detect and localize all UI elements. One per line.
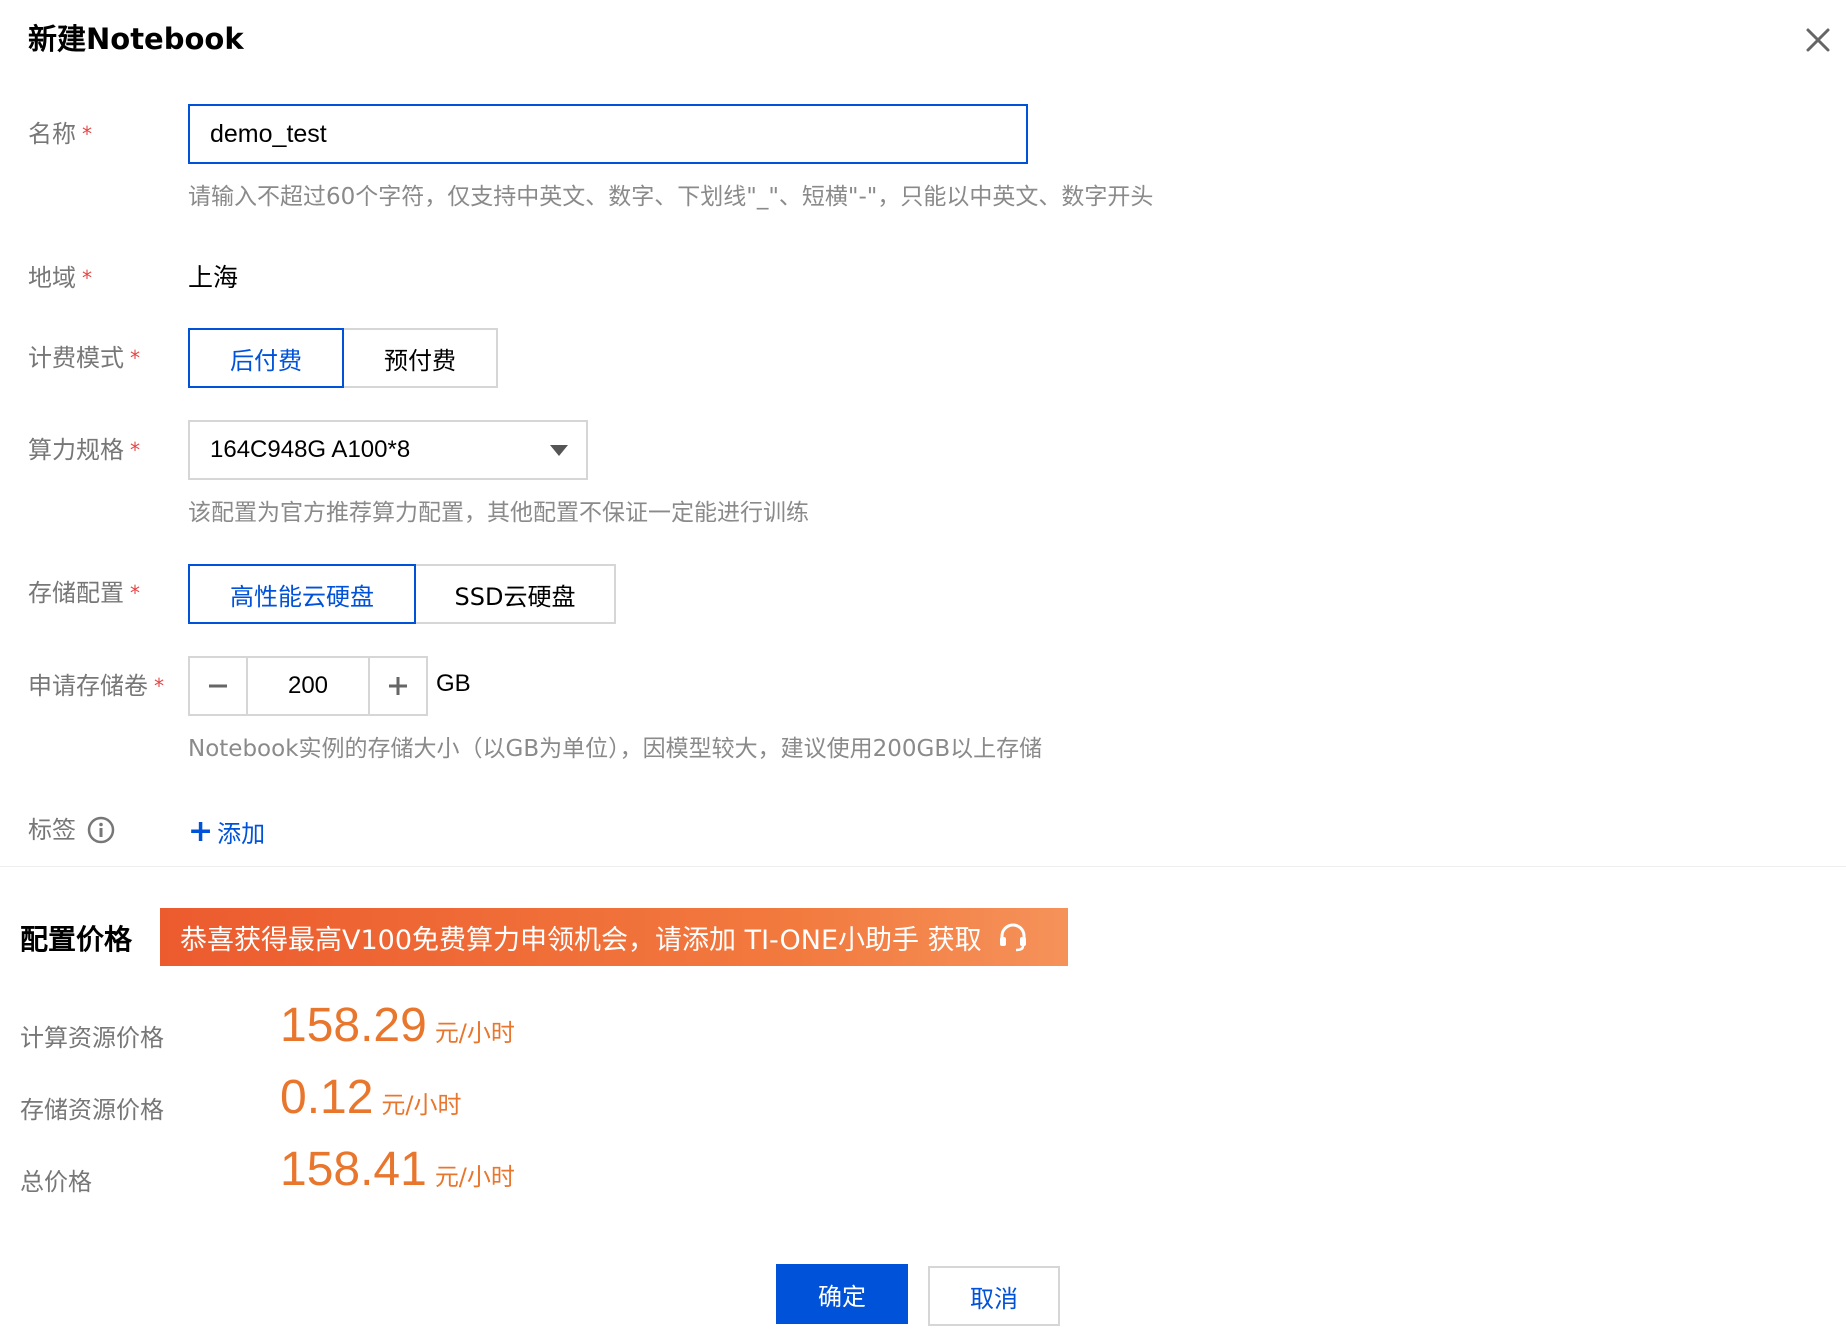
volume-value[interactable]: 200 [248, 656, 368, 716]
storage-label-text: 存储配置 [28, 579, 124, 607]
promo-banner[interactable]: 恭喜获得最高V100免费算力申领机会，请添加 TI-ONE小助手 获取 [160, 908, 1068, 966]
decrement-button[interactable] [188, 656, 248, 716]
name-hint: 请输入不超过60个字符，仅支持中英文、数字、下划线"_"、短横"-"，只能以中英… [188, 184, 1154, 210]
storage-price-value: 0.12 [280, 1071, 374, 1124]
tags-label-text: 标签 [28, 816, 76, 844]
add-tag-button[interactable]: + 添加 [188, 814, 265, 849]
info-icon[interactable] [86, 815, 116, 845]
increment-button[interactable] [368, 656, 428, 716]
required-mark: * [130, 346, 140, 370]
section-divider [0, 866, 1846, 867]
region-value: 上海 [188, 263, 239, 292]
volume-label: 申请存储卷 * [28, 670, 164, 702]
volume-stepper: 200 [188, 656, 428, 716]
storage-label: 存储配置 * [28, 577, 140, 609]
total-price: 158.41 元/小时 [280, 1142, 515, 1197]
pricing-title: 配置价格 [20, 923, 133, 956]
compute-price-label: 计算资源价格 [20, 1024, 164, 1052]
billing-option-postpaid[interactable]: 后付费 [188, 328, 344, 388]
required-mark: * [154, 674, 164, 698]
storage-price-label: 存储资源价格 [20, 1096, 164, 1124]
name-input[interactable] [188, 104, 1028, 164]
total-price-label: 总价格 [20, 1168, 92, 1196]
plus-icon [389, 677, 407, 695]
dialog-title: 新建Notebook [28, 22, 244, 56]
headset-icon [999, 923, 1026, 952]
billing-label: 计费模式 * [28, 342, 140, 374]
spec-label-text: 算力规格 [28, 436, 124, 464]
name-label-text: 名称 [28, 120, 76, 148]
spec-hint: 该配置为官方推荐算力配置，其他配置不保证一定能进行训练 [188, 500, 809, 526]
required-mark: * [82, 122, 92, 146]
close-icon[interactable] [1798, 20, 1838, 60]
volume-unit: GB [436, 670, 471, 697]
tags-label: 标签 [28, 814, 116, 846]
chevron-down-icon [550, 445, 568, 456]
confirm-button[interactable]: 确定 [776, 1264, 908, 1324]
required-mark: * [130, 438, 140, 462]
total-price-unit: 元/小时 [434, 1163, 515, 1191]
storage-price-unit: 元/小时 [381, 1091, 462, 1119]
add-tag-label: 添加 [217, 820, 266, 848]
total-price-value: 158.41 [280, 1143, 427, 1196]
storage-type-selector: 高性能云硬盘 SSD云硬盘 [188, 564, 616, 624]
volume-label-text: 申请存储卷 [28, 672, 148, 700]
promo-text: 恭喜获得最高V100免费算力申领机会，请添加 TI-ONE小助手 获取 [180, 924, 982, 956]
required-mark: * [130, 581, 140, 605]
spec-select-value: 164C948G A100*8 [210, 436, 411, 463]
plus-icon: + [188, 813, 214, 849]
storage-option-ssd[interactable]: SSD云硬盘 [416, 564, 616, 624]
volume-hint: Notebook实例的存储大小（以GB为单位），因模型较大，建议使用200GB以… [188, 736, 1043, 762]
region-label-text: 地域 [28, 264, 76, 292]
compute-price: 158.29 元/小时 [280, 998, 515, 1053]
billing-label-text: 计费模式 [28, 344, 124, 372]
compute-price-unit: 元/小时 [434, 1019, 515, 1047]
billing-option-prepaid[interactable]: 预付费 [344, 328, 498, 388]
name-label: 名称 * [28, 118, 92, 150]
storage-option-premium[interactable]: 高性能云硬盘 [188, 564, 416, 624]
storage-price: 0.12 元/小时 [280, 1070, 462, 1125]
required-mark: * [82, 266, 92, 290]
spec-label: 算力规格 * [28, 434, 140, 466]
spec-select[interactable]: 164C948G A100*8 [188, 420, 588, 480]
minus-icon [209, 684, 227, 688]
billing-mode-selector: 后付费 预付费 [188, 328, 498, 388]
region-label: 地域 * [28, 262, 92, 294]
cancel-button[interactable]: 取消 [928, 1266, 1060, 1326]
compute-price-value: 158.29 [280, 999, 427, 1052]
